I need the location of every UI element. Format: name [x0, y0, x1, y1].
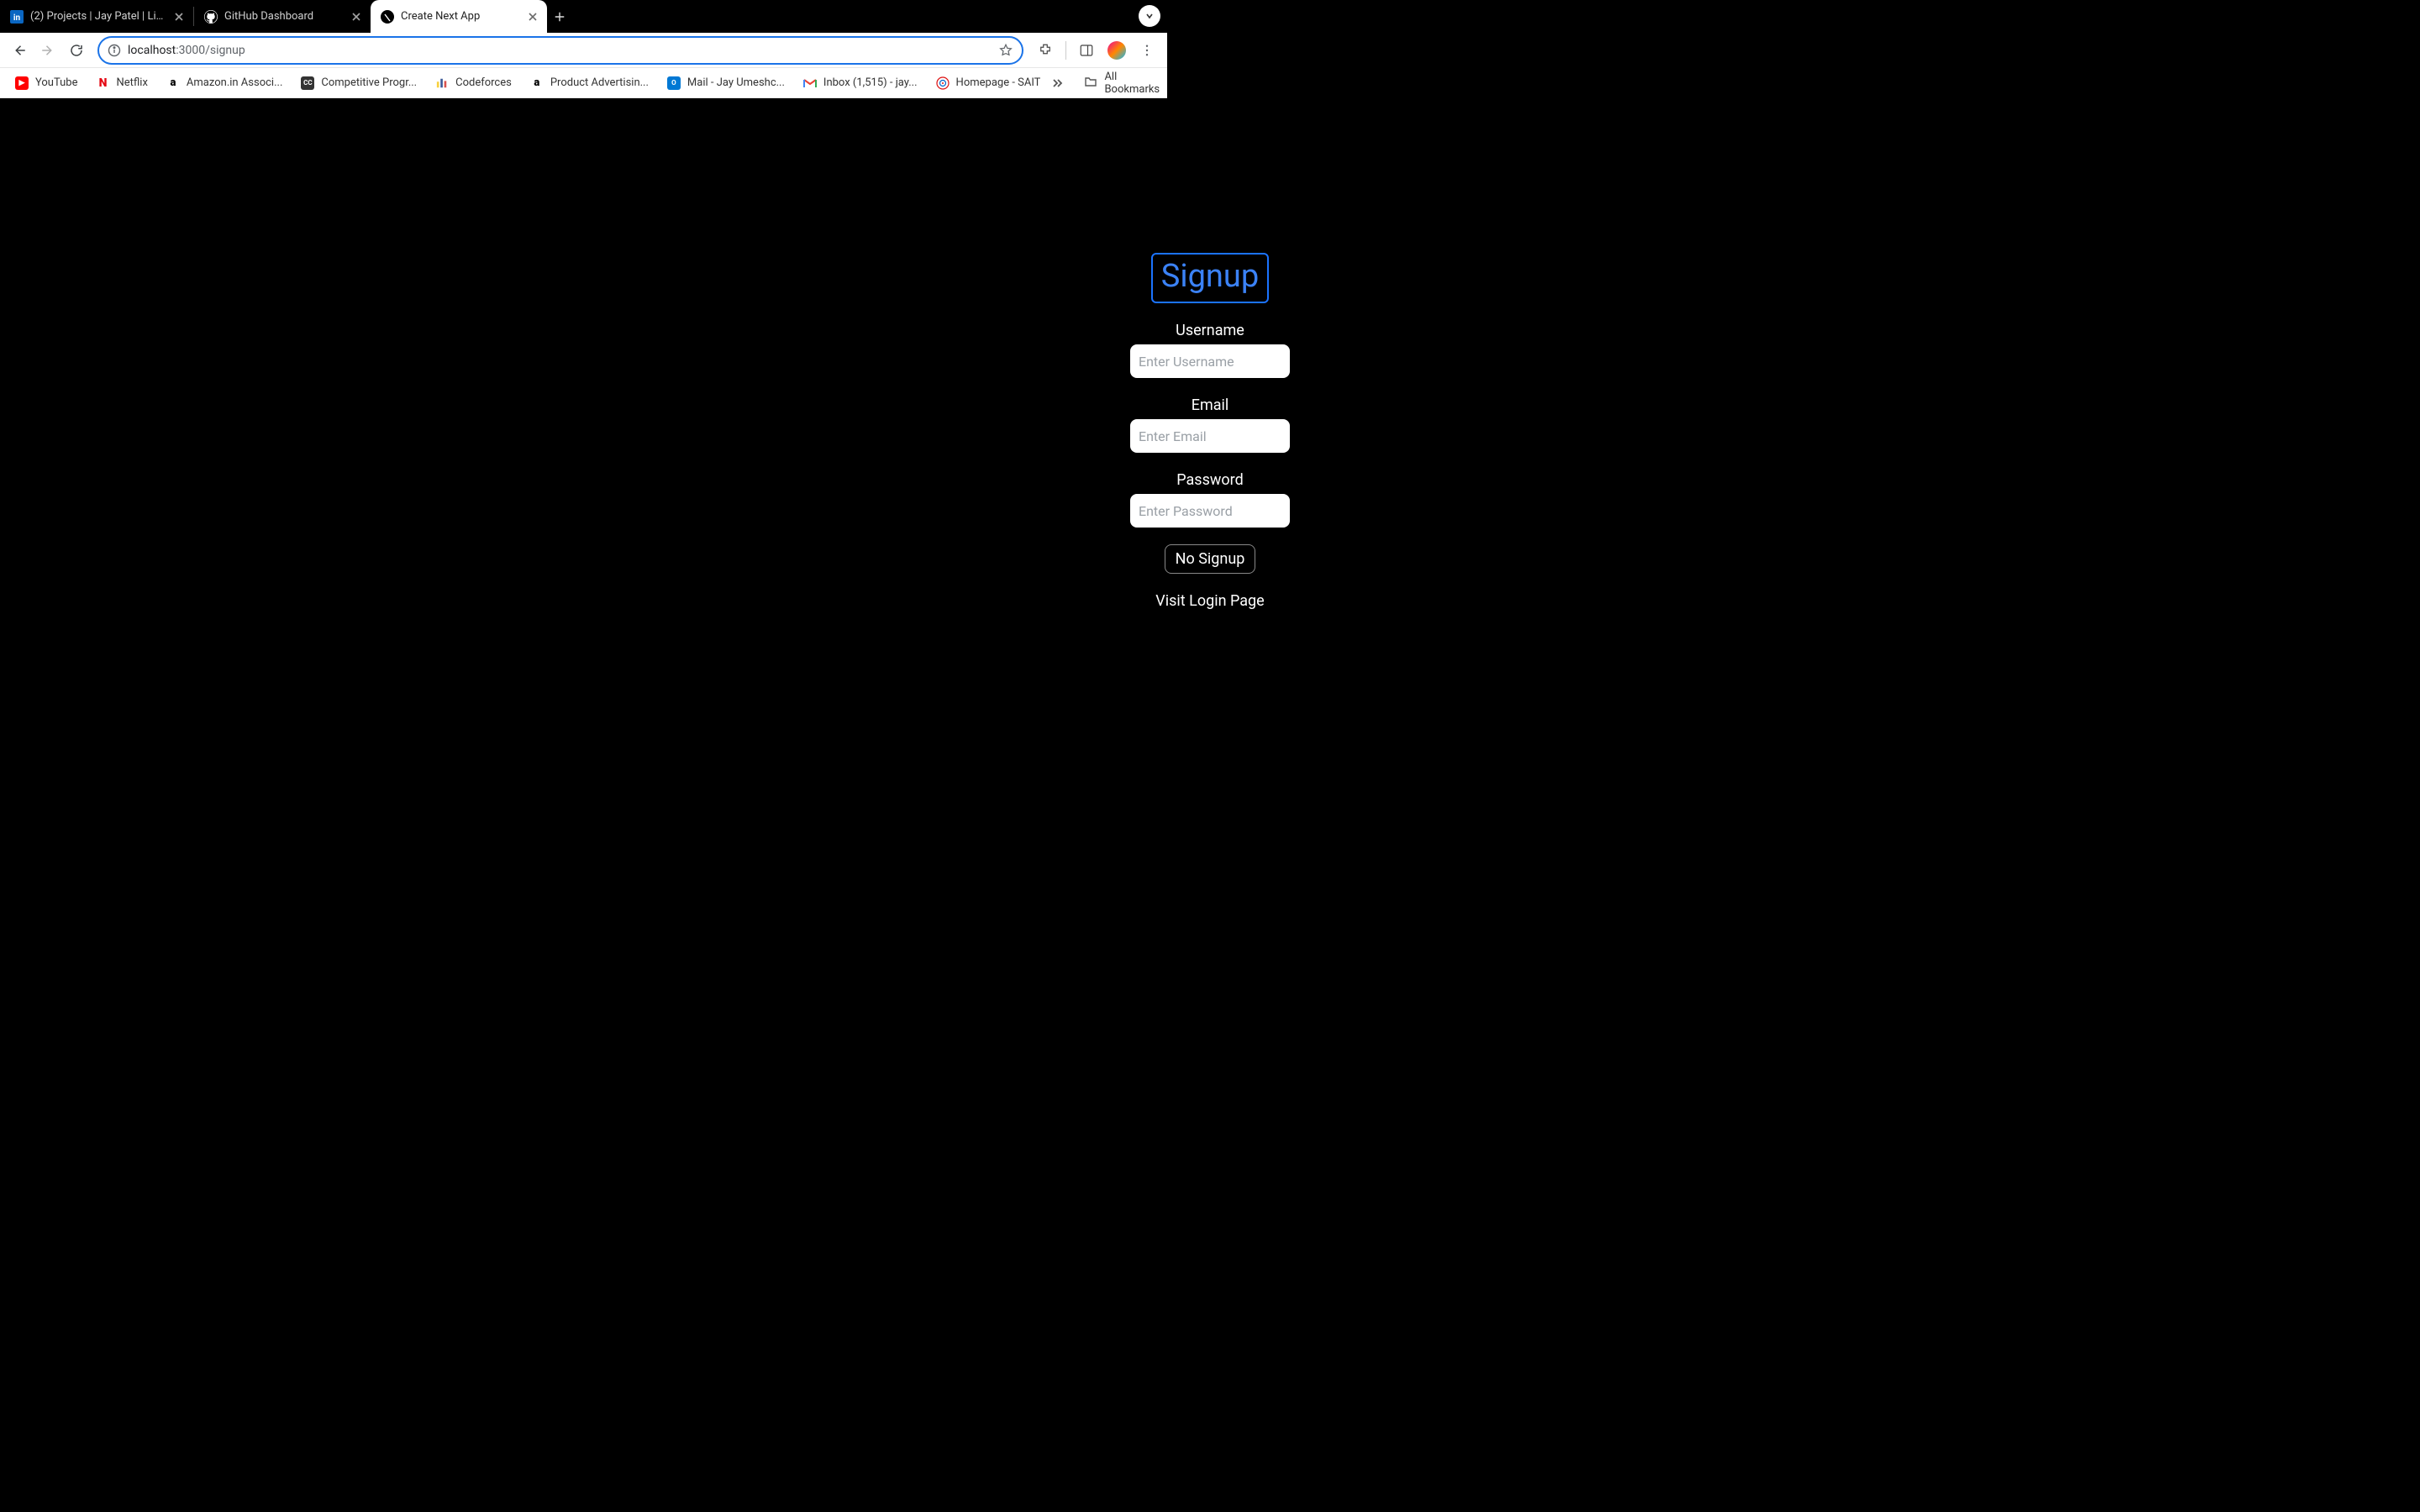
password-label: Password	[1176, 471, 1244, 489]
address-bar[interactable]: localhost:3000/signup	[97, 36, 1023, 65]
username-input[interactable]	[1130, 344, 1290, 378]
bookmarks-bar: ▶ YouTube N Netflix a Amazon.in Associ..…	[0, 68, 1167, 98]
profile-avatar[interactable]	[1103, 37, 1130, 64]
new-tab-button[interactable]	[547, 0, 572, 33]
side-panel-icon[interactable]	[1073, 37, 1100, 64]
outlook-icon: O	[667, 76, 681, 90]
close-icon[interactable]	[350, 11, 362, 23]
bookmark-sait[interactable]: Homepage - SAIT	[928, 71, 1050, 96]
close-icon[interactable]	[173, 11, 185, 23]
bookmarks-overflow-button[interactable]	[1050, 71, 1064, 95]
login-link[interactable]: Visit Login Page	[1155, 592, 1264, 610]
netflix-icon: N	[97, 76, 110, 90]
browser-tab-github[interactable]: GitHub Dashboard	[194, 0, 371, 33]
site-info-icon[interactable]	[108, 44, 121, 57]
password-input[interactable]	[1130, 494, 1290, 528]
close-icon[interactable]	[527, 11, 539, 23]
gmail-icon	[803, 76, 817, 90]
reload-button[interactable]	[64, 38, 89, 63]
browser-toolbar: localhost:3000/signup	[0, 33, 1167, 68]
page-content: Signup Username Email Password No Signup…	[0, 98, 2420, 1512]
extensions-icon[interactable]	[1032, 37, 1059, 64]
sait-icon	[936, 76, 950, 90]
tab-title: (2) Projects | Jay Patel | Linke	[30, 10, 166, 23]
tab-title: Create Next App	[401, 10, 520, 23]
url-text: localhost:3000/signup	[128, 44, 245, 57]
linkedin-icon: in	[10, 10, 24, 24]
folder-icon	[1084, 75, 1097, 92]
codeforces-icon	[435, 76, 449, 90]
toolbar-separator	[1065, 41, 1066, 60]
signup-button[interactable]: No Signup	[1165, 544, 1256, 574]
bookmark-star-icon[interactable]	[998, 43, 1013, 58]
bookmark-outlook[interactable]: O Mail - Jay Umeshc...	[659, 71, 793, 96]
youtube-icon: ▶	[15, 76, 29, 90]
browser-tab-active[interactable]: Create Next App	[371, 0, 547, 33]
browser-tabstrip: in (2) Projects | Jay Patel | Linke GitH…	[0, 0, 1167, 33]
forward-button[interactable]	[35, 38, 60, 63]
github-icon	[204, 10, 218, 24]
all-bookmarks-button[interactable]: All Bookmarks	[1077, 71, 1166, 96]
amazon-icon: a	[166, 76, 180, 90]
tab-title: GitHub Dashboard	[224, 10, 344, 23]
username-label: Username	[1176, 322, 1244, 339]
bookmark-netflix[interactable]: N Netflix	[88, 71, 156, 96]
nextjs-icon	[381, 10, 394, 24]
bookmark-gmail[interactable]: Inbox (1,515) - jay...	[795, 71, 926, 96]
browser-tab-linkedin[interactable]: in (2) Projects | Jay Patel | Linke	[0, 0, 193, 33]
bookmark-competitive-prog[interactable]: CC Competitive Progr...	[292, 71, 425, 96]
tab-search-button[interactable]	[1139, 5, 1160, 27]
email-group: Email	[1130, 396, 1290, 453]
page-title: Signup	[1151, 253, 1269, 303]
bookmark-youtube[interactable]: ▶ YouTube	[7, 71, 87, 96]
username-group: Username	[1130, 322, 1290, 378]
bookmark-product-advertising[interactable]: a Product Advertisin...	[522, 71, 657, 96]
bookmark-amazon-assoc[interactable]: a Amazon.in Associ...	[158, 71, 291, 96]
back-button[interactable]	[7, 38, 32, 63]
svg-text:in: in	[13, 13, 21, 23]
bookmark-codeforces[interactable]: Codeforces	[427, 71, 520, 96]
email-label: Email	[1192, 396, 1229, 414]
kebab-menu-icon[interactable]	[1134, 37, 1160, 64]
password-group: Password	[1130, 471, 1290, 528]
codechef-icon: CC	[301, 76, 314, 90]
email-input[interactable]	[1130, 419, 1290, 453]
amazon-icon: a	[530, 76, 544, 90]
